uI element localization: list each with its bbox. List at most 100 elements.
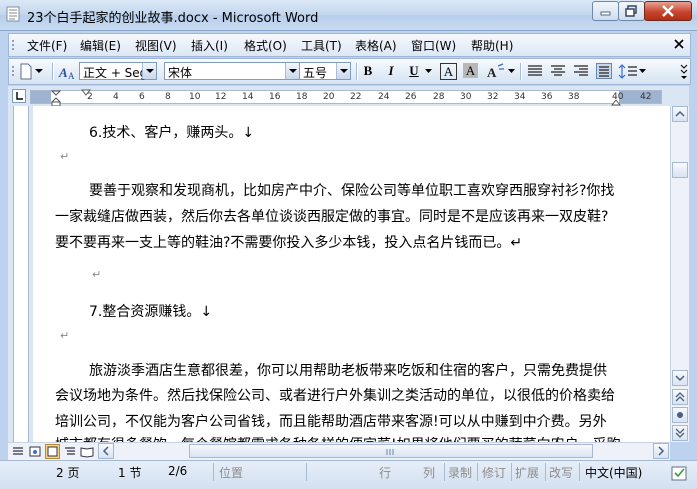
svg-text:A: A bbox=[68, 71, 75, 81]
maximize-button[interactable] bbox=[618, 1, 645, 21]
status-page-of[interactable]: 2/6 bbox=[168, 464, 187, 478]
doc-line[interactable]: 要不要再来一支上等的鞋油?不需要你投入多少本钱，投入点名片钱而已。↵ bbox=[55, 232, 522, 252]
close-icon bbox=[662, 5, 674, 17]
menu-view[interactable]: 视图(V) bbox=[135, 37, 177, 54]
new-document-icon[interactable] bbox=[18, 63, 34, 80]
menu-window[interactable]: 窗口(W) bbox=[411, 37, 456, 54]
font-size-combo[interactable]: 五号 bbox=[299, 62, 351, 80]
doc-line[interactable]: 培训公司，不仅能为客户公司省钱，而且能帮助酒店带来客源!可以从中赚到中介费。另外 bbox=[55, 411, 607, 431]
browse-object-icon bbox=[677, 412, 683, 418]
doc-line[interactable]: 要善于观察和发现商机，比如房产中介、保险公司等单位职工喜欢穿西服穿衬衫?你找 bbox=[89, 180, 614, 200]
ruler-tick: 36 bbox=[541, 92, 553, 102]
normal-view-icon[interactable] bbox=[11, 445, 25, 458]
status-language[interactable]: 中文(中国) bbox=[585, 464, 642, 481]
doc-line[interactable]: 7.整合资源赚钱。↓ bbox=[89, 301, 212, 321]
web-layout-view-icon[interactable] bbox=[28, 445, 42, 458]
chevron-down-icon[interactable] bbox=[508, 69, 515, 74]
chevron-down-icon bbox=[675, 375, 685, 382]
ruler-tick: 20 bbox=[323, 92, 335, 102]
previous-page-button[interactable] bbox=[672, 389, 688, 405]
scroll-left-button[interactable] bbox=[98, 443, 114, 459]
reading-layout-view-icon[interactable] bbox=[80, 445, 94, 458]
svg-text:A: A bbox=[58, 65, 68, 80]
menu-table[interactable]: 表格(A) bbox=[355, 37, 397, 54]
status-overtype[interactable]: 改写 bbox=[549, 464, 573, 481]
next-page-button[interactable] bbox=[672, 425, 688, 441]
line-spacing-icon[interactable] bbox=[618, 63, 638, 80]
scroll-up-button[interactable] bbox=[672, 106, 688, 122]
status-page[interactable]: 2 页 bbox=[56, 464, 79, 481]
double-chevron-down-icon bbox=[675, 428, 685, 438]
ruler-tick: 32 bbox=[487, 92, 499, 102]
doc-line[interactable]: 旅游淡季酒店生意都很差，你可以用帮助老板带来吃饭和住宿的客户，只需免费提供 bbox=[89, 360, 607, 380]
chevron-left-icon bbox=[102, 446, 109, 456]
chevron-down-icon[interactable] bbox=[639, 69, 646, 74]
spelling-status-icon[interactable] bbox=[670, 462, 690, 484]
outline-view-icon[interactable] bbox=[63, 445, 77, 458]
status-track-changes[interactable]: 修订 bbox=[482, 464, 506, 481]
status-column[interactable]: 列 bbox=[423, 464, 435, 481]
font-combo[interactable]: 宋体 bbox=[164, 62, 300, 80]
character-border-button[interactable]: A bbox=[440, 63, 457, 80]
vertical-scrollbar[interactable] bbox=[670, 106, 689, 442]
align-right-icon[interactable] bbox=[573, 64, 589, 78]
ruler-tick: 14 bbox=[242, 92, 254, 102]
status-record[interactable]: 录制 bbox=[448, 464, 472, 481]
first-line-indent-icon[interactable] bbox=[81, 89, 91, 97]
ruler-tick: 24 bbox=[378, 92, 390, 102]
ruler-tick: 10 bbox=[189, 92, 201, 102]
toolbar-grip-icon[interactable] bbox=[11, 65, 15, 77]
doc-line[interactable]: 一家裁缝店做西装，然后你去各单位谈谈西服定做的事宜。同时是不是应该再来一双皮鞋? bbox=[55, 206, 608, 226]
document-page[interactable]: 6.技术、客户，赚两头。↓ ↵ 要善于观察和发现商机，比如房产中介、保险公司等单… bbox=[33, 106, 670, 442]
menu-grip-icon[interactable] bbox=[11, 39, 15, 51]
chevron-down-icon[interactable] bbox=[142, 63, 156, 79]
status-section[interactable]: 1 节 bbox=[118, 464, 141, 481]
status-line[interactable]: 行 bbox=[379, 464, 391, 481]
chevron-down-icon[interactable] bbox=[35, 68, 43, 74]
vertical-ruler-page[interactable] bbox=[13, 106, 29, 442]
close-button[interactable] bbox=[644, 1, 692, 21]
styles-and-formatting-icon[interactable]: AA bbox=[57, 62, 77, 81]
scroll-thumb[interactable] bbox=[672, 162, 688, 178]
ruler-tick: 16 bbox=[269, 92, 281, 102]
style-combo[interactable]: 正文 + Seg bbox=[79, 62, 157, 80]
distributed-align-icon[interactable] bbox=[596, 63, 612, 79]
chevron-down-icon[interactable] bbox=[336, 63, 350, 79]
menu-insert[interactable]: 插入(I) bbox=[191, 37, 228, 54]
ruler-tick: 34 bbox=[514, 92, 526, 102]
bold-button[interactable]: B bbox=[359, 62, 377, 80]
chevron-down-icon[interactable] bbox=[425, 69, 432, 74]
tab-selector-icon[interactable] bbox=[12, 89, 26, 103]
chevron-right-icon bbox=[658, 446, 665, 456]
menu-help[interactable]: 帮助(H) bbox=[471, 37, 513, 54]
print-layout-view-icon[interactable] bbox=[45, 444, 60, 459]
horizontal-scroll-thumb[interactable] bbox=[189, 444, 593, 458]
text-effects-icon[interactable]: A bbox=[485, 63, 505, 80]
menu-format[interactable]: 格式(O) bbox=[244, 37, 287, 54]
character-shading-button[interactable]: A bbox=[463, 63, 478, 78]
ruler-tick: 18 bbox=[296, 92, 308, 102]
close-document-icon[interactable] bbox=[674, 39, 684, 49]
right-indent-marker-icon[interactable] bbox=[611, 98, 621, 106]
align-justify-icon[interactable] bbox=[527, 64, 543, 78]
chevron-down-icon[interactable] bbox=[285, 63, 299, 79]
minimize-button[interactable] bbox=[592, 1, 619, 21]
doc-line[interactable]: 城市都有很多餐饮，每个餐馆都需求各种各样的便宜菜!如果将他们要买的蔬菜向农户一采… bbox=[55, 434, 621, 442]
menu-tools[interactable]: 工具(T) bbox=[301, 37, 342, 54]
italic-button[interactable]: I bbox=[382, 62, 400, 80]
menu-file[interactable]: 文件(F) bbox=[27, 37, 67, 54]
doc-line[interactable]: 会议场地为条件。然后找保险公司、或者进行户外集训之类活动的单位，以很低的价格卖给 bbox=[55, 385, 615, 405]
select-browse-object-button[interactable] bbox=[672, 407, 688, 423]
underline-button[interactable]: U bbox=[405, 62, 423, 80]
align-center-icon[interactable] bbox=[550, 64, 566, 78]
word-app-icon[interactable] bbox=[6, 6, 20, 22]
scroll-down-button[interactable] bbox=[672, 370, 688, 386]
scroll-right-button[interactable] bbox=[653, 443, 669, 459]
doc-line[interactable]: 6.技术、客户，赚两头。↓ bbox=[89, 122, 254, 142]
toolbar-options-icon[interactable] bbox=[679, 62, 689, 80]
status-position[interactable]: 位置 bbox=[219, 464, 243, 481]
menu-edit[interactable]: 编辑(E) bbox=[80, 37, 121, 54]
window-title: 23个白手起家的创业故事.docx - Microsoft Word bbox=[27, 11, 319, 26]
status-extend[interactable]: 扩展 bbox=[515, 464, 539, 481]
ruler-tick: 4 bbox=[113, 92, 119, 102]
